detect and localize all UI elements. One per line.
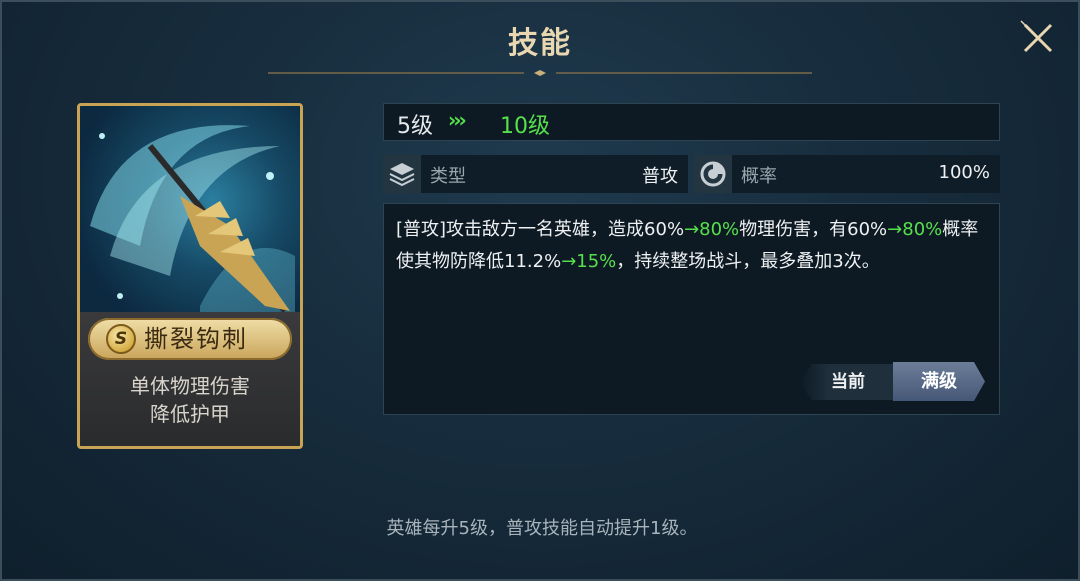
desc-upgrade-2: →80% xyxy=(887,219,943,240)
pie-chart-icon xyxy=(694,155,732,193)
skill-summary: 单体物理伤害 降低护甲 xyxy=(80,372,300,428)
skill-name: 撕裂钩刺 xyxy=(144,325,248,353)
desc-text-4: ，持续整场战斗，最多叠加3次。 xyxy=(616,251,880,272)
tab-current-level[interactable]: 当前 xyxy=(800,364,896,400)
skill-card: S 撕裂钩刺 单体物理伤害 降低护甲 xyxy=(77,103,303,449)
s-grade-badge: S xyxy=(106,324,136,354)
stat-type-label: 类型 xyxy=(430,166,466,187)
stat-type: 类型 普攻 xyxy=(383,155,688,193)
desc-text-2: 物理伤害，有60% xyxy=(739,219,888,240)
desc-text-1: [普攻]攻击敌方一名英雄，造成60% xyxy=(396,219,685,240)
footer-note: 英雄每升5级，普攻技能自动提升1级。 xyxy=(386,518,698,539)
stat-rate-value: 100% xyxy=(938,162,990,183)
skill-description: [普攻]攻击敌方一名英雄，造成60%→80%物理伤害，有60%→80%概率使其物… xyxy=(396,214,990,278)
desc-upgrade-3: →15% xyxy=(561,251,617,272)
close-button[interactable] xyxy=(1017,17,1059,59)
page-title: 技能 xyxy=(508,26,572,61)
upgrade-arrows-icon: ››› xyxy=(448,108,467,132)
level-upgrade-bar: 5级 ››› 10级 xyxy=(383,103,1000,141)
stat-rate-label: 概率 xyxy=(741,166,777,187)
desc-upgrade-1: →80% xyxy=(684,219,740,240)
tab-max-level[interactable]: 满级 xyxy=(893,362,985,401)
stat-rate: 概率 100% xyxy=(694,155,1000,193)
stat-type-value: 普攻 xyxy=(642,166,678,187)
hook-spear-icon xyxy=(90,125,295,316)
level-current: 5级 xyxy=(397,114,433,139)
title-divider xyxy=(268,70,812,76)
skill-name-plate: S 撕裂钩刺 xyxy=(88,318,292,360)
skill-summary-line1: 单体物理伤害 xyxy=(130,374,250,398)
skill-summary-line2: 降低护甲 xyxy=(150,402,230,426)
skill-artwork xyxy=(80,106,300,316)
layers-icon xyxy=(383,155,421,193)
close-icon xyxy=(1020,20,1053,53)
level-target: 10级 xyxy=(500,114,550,139)
